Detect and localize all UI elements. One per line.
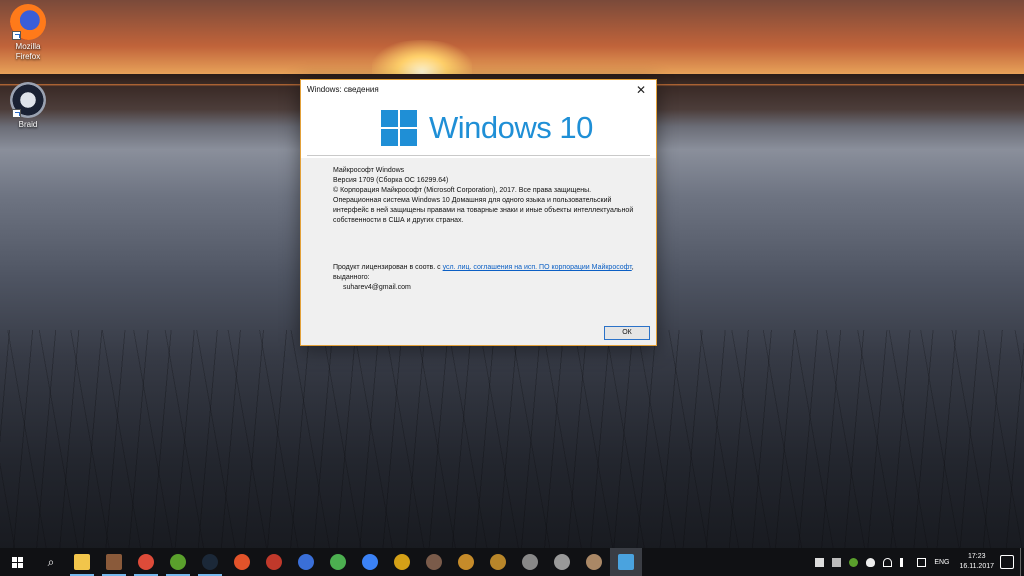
desktop-icon-label: Firefox bbox=[15, 52, 41, 61]
app-2-icon bbox=[106, 554, 122, 570]
shortcut-arrow-icon bbox=[12, 31, 21, 40]
onedrive-icon[interactable] bbox=[866, 557, 876, 567]
system-tray: ENG 17:23 16.11.2017 bbox=[811, 548, 1024, 576]
app-12-icon bbox=[426, 554, 442, 570]
tray-icon[interactable] bbox=[815, 557, 825, 567]
language-indicator[interactable]: ENG bbox=[934, 559, 949, 566]
start-button[interactable] bbox=[0, 548, 36, 576]
desktop-icon-label: Braid bbox=[18, 120, 38, 129]
taskbar-steam-button[interactable] bbox=[194, 548, 226, 576]
taskbar-app-14-button[interactable] bbox=[482, 548, 514, 576]
taskbar: ⌕ ENG 17:23 16.11.2017 bbox=[0, 548, 1024, 576]
tray-icon[interactable] bbox=[832, 557, 842, 567]
show-desktop-button[interactable] bbox=[1020, 548, 1024, 576]
clock-date: 16.11.2017 bbox=[959, 563, 994, 570]
about-windows-dialog: Windows: сведения ✕ Windows 10 Майкрософ… bbox=[300, 79, 657, 346]
app-6-icon bbox=[234, 554, 250, 570]
tray-utorrent-icon[interactable] bbox=[849, 557, 859, 567]
taskbar-app-12-button[interactable] bbox=[418, 548, 450, 576]
desktop-icon-braid[interactable]: Braid bbox=[0, 82, 56, 130]
windows-logo-icon bbox=[381, 110, 417, 146]
app-13-icon bbox=[458, 554, 474, 570]
info-copyright: © Корпорация Майкрософт (Microsoft Corpo… bbox=[333, 187, 592, 194]
clock[interactable]: 17:23 16.11.2017 bbox=[959, 552, 994, 572]
steam-icon bbox=[202, 554, 218, 570]
license-prefix: Продукт лицензирован в соотв. с bbox=[333, 264, 443, 271]
search-icon[interactable]: ⌕ bbox=[36, 548, 66, 576]
app-11-icon bbox=[394, 554, 410, 570]
action-center-icon[interactable] bbox=[1000, 555, 1014, 569]
dialog-titlebar[interactable]: Windows: сведения ✕ bbox=[301, 80, 656, 100]
close-button[interactable]: ✕ bbox=[626, 80, 656, 100]
taskbar-app-16-button[interactable] bbox=[546, 548, 578, 576]
desktop-icon-label: Mozilla bbox=[15, 42, 41, 51]
desktop-icon-firefox[interactable]: Mozilla Firefox bbox=[0, 4, 56, 62]
firefox-icon bbox=[10, 4, 46, 40]
taskbar-windows-about-button[interactable] bbox=[610, 548, 642, 576]
clock-time: 17:23 bbox=[967, 553, 986, 560]
app-10-icon bbox=[362, 554, 378, 570]
divider bbox=[307, 155, 650, 156]
info-trademark: Операционная система Windows 10 Домашняя… bbox=[333, 197, 634, 224]
taskbar-app-17-button[interactable] bbox=[578, 548, 610, 576]
windows-logo-area: Windows 10 bbox=[301, 100, 656, 158]
volume-icon[interactable] bbox=[900, 557, 909, 567]
info-product: Майкрософт Windows bbox=[333, 167, 405, 174]
braid-icon bbox=[10, 82, 46, 118]
licensed-user-email: suharev4@gmail.com bbox=[343, 284, 411, 291]
wallpaper-reeds bbox=[0, 330, 1024, 548]
windows-about-icon bbox=[618, 554, 634, 570]
file-explorer-icon bbox=[74, 554, 90, 570]
dialog-title: Windows: сведения bbox=[307, 85, 379, 94]
app-17-icon bbox=[586, 554, 602, 570]
keyboard-icon[interactable] bbox=[917, 557, 927, 567]
app-7-icon bbox=[266, 554, 282, 570]
version-info: Майкрософт Windows Версия 1709 (Сборка О… bbox=[333, 166, 648, 226]
chrome-icon bbox=[138, 554, 154, 570]
app-16-icon bbox=[554, 554, 570, 570]
taskbar-utorrent-button[interactable] bbox=[162, 548, 194, 576]
windows-logo-text: Windows 10 bbox=[429, 110, 593, 145]
utorrent-icon bbox=[170, 554, 186, 570]
shortcut-arrow-icon bbox=[12, 109, 21, 118]
app-14-icon bbox=[490, 554, 506, 570]
taskbar-app-13-button[interactable] bbox=[450, 548, 482, 576]
taskbar-app-10-button[interactable] bbox=[354, 548, 386, 576]
taskbar-app-9-button[interactable] bbox=[322, 548, 354, 576]
taskbar-app-15-button[interactable] bbox=[514, 548, 546, 576]
license-terms-link[interactable]: усл. лиц. соглашения на исп. ПО корпорац… bbox=[443, 264, 632, 271]
taskbar-app-8-button[interactable] bbox=[290, 548, 322, 576]
taskbar-chrome-button[interactable] bbox=[130, 548, 162, 576]
taskbar-app-7-button[interactable] bbox=[258, 548, 290, 576]
ok-button[interactable]: ОК bbox=[604, 326, 650, 340]
app-9-icon bbox=[330, 554, 346, 570]
taskbar-app-2-button[interactable] bbox=[98, 548, 130, 576]
app-15-icon bbox=[522, 554, 538, 570]
taskbar-apps bbox=[66, 548, 642, 576]
taskbar-app-11-button[interactable] bbox=[386, 548, 418, 576]
info-version: Версия 1709 (Сборка ОС 16299.64) bbox=[333, 177, 449, 184]
wifi-icon[interactable] bbox=[883, 557, 893, 567]
taskbar-file-explorer-button[interactable] bbox=[66, 548, 98, 576]
license-text: Продукт лицензирован в соотв. с усл. лиц… bbox=[333, 263, 648, 283]
app-8-icon bbox=[298, 554, 314, 570]
taskbar-app-6-button[interactable] bbox=[226, 548, 258, 576]
